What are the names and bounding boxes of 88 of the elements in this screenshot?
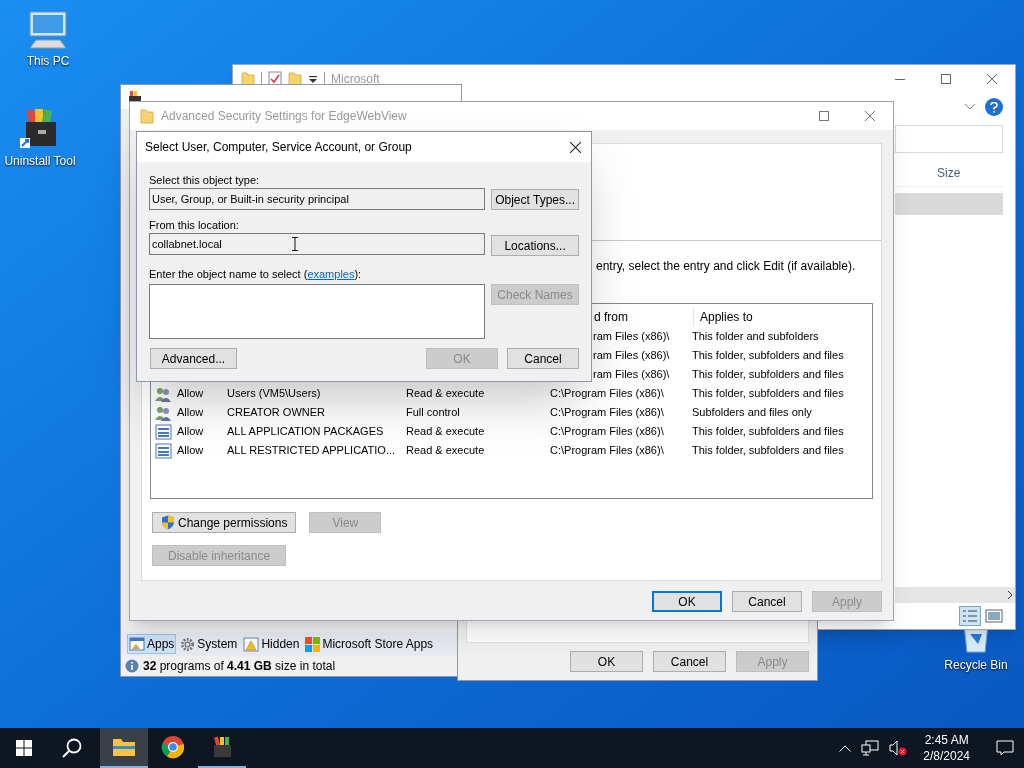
table-cell-text: Read & execute xyxy=(406,386,486,402)
search-field[interactable] xyxy=(895,125,1003,153)
users-icon xyxy=(155,385,172,402)
info-icon xyxy=(125,659,139,673)
table-cell-text: C:\Program Files (x86)\ xyxy=(550,443,665,459)
table-cell-text: Full control xyxy=(406,405,461,421)
users-icon xyxy=(155,404,172,421)
column-header[interactable]: Size xyxy=(935,163,961,182)
table-cell-text: ram Files (x86)\ xyxy=(593,329,671,345)
notification-icon[interactable] xyxy=(996,740,1014,756)
dialog-button[interactable]: OK xyxy=(570,651,643,672)
close-icon[interactable] xyxy=(570,141,581,153)
dialog-button[interactable]: Cancel xyxy=(507,348,579,369)
object-type-field: User, Group, or Built-in security principal xyxy=(149,188,486,210)
dialog-button[interactable]: OK xyxy=(652,591,722,612)
clock-date[interactable]: 2/8/2024 xyxy=(923,748,970,764)
filter-tab[interactable]: Apps xyxy=(127,634,177,654)
chevron-down-icon[interactable] xyxy=(965,104,975,110)
table-cell-text: ALL APPLICATION PACKAGES xyxy=(227,424,385,440)
scroll-right-icon[interactable] xyxy=(1007,591,1013,599)
table-cell-text: Allow xyxy=(177,424,205,440)
table-cell-text: Allow xyxy=(177,443,205,459)
chevron-up-icon[interactable] xyxy=(839,744,852,752)
dialog-button[interactable]: Cancel xyxy=(732,591,802,612)
location-field: collabnet.local xyxy=(149,233,486,255)
table-cell-text: Users (VM5\Users) xyxy=(227,386,322,402)
field-label: From this location: xyxy=(149,218,240,232)
warning-window-icon xyxy=(243,636,260,652)
dropdown-arrow-icon[interactable] xyxy=(308,74,318,84)
column-header[interactable]: d from xyxy=(593,308,693,326)
status-text: 32 programs of 4.41 GB size in total xyxy=(143,658,336,675)
desktop-icon-label[interactable]: Recycle Bin xyxy=(944,656,1008,674)
table-cell-text: Allow xyxy=(177,405,205,421)
dialog-button[interactable]: Advanced... xyxy=(150,348,237,369)
filter-tab[interactable]: Hidden xyxy=(241,634,302,654)
table-cell-text: C:\Program Files (x86)\ xyxy=(550,405,665,421)
table-cell-text: CREATOR OWNER xyxy=(227,405,326,421)
window-title: Advanced Security Settings for EdgeWebView xyxy=(161,108,407,125)
taskbar-app-button[interactable] xyxy=(100,728,148,768)
table-cell-text: Allow xyxy=(177,386,205,402)
table-cell-text: This folder, subfolders and files xyxy=(692,443,844,459)
table-cell-text: This folder, subfolders and files xyxy=(692,348,844,364)
chrome-icon xyxy=(161,735,185,759)
dialog-button[interactable]: Cancel xyxy=(653,651,726,672)
field-label: Enter the object name to select (examples): xyxy=(149,267,363,281)
folder-icon xyxy=(140,108,154,124)
table-cell-text: This folder, subfolders and files xyxy=(692,367,844,383)
dialog-button[interactable]: Locations... xyxy=(491,235,579,256)
window-icon xyxy=(129,637,145,651)
folder-icon xyxy=(112,737,136,757)
table-cell-text: This folder and subfolders xyxy=(692,329,819,345)
dialog-title: Select User, Computer, Service Account, or Group xyxy=(145,139,412,156)
table-cell-text: ram Files (x86)\ xyxy=(593,367,671,383)
shield-icon xyxy=(161,515,175,530)
table-cell-text: This folder, subfolders and files xyxy=(692,424,844,440)
window-title: Microsoft xyxy=(331,71,380,88)
examples-link[interactable]: examples xyxy=(307,268,355,280)
table-cell-text: Read & execute xyxy=(406,443,486,459)
table-cell-text: C:\Program Files (x86)\ xyxy=(550,386,665,402)
package-icon xyxy=(155,442,172,459)
filter-tab[interactable]: System xyxy=(178,634,240,654)
computer-icon xyxy=(26,10,70,50)
field-label: Select this object type: xyxy=(149,173,261,187)
table-cell-text: Subfolders and files only xyxy=(692,405,812,421)
help-icon[interactable] xyxy=(985,98,1003,116)
object-name-field[interactable] xyxy=(149,284,485,339)
table-cell-text: ALL RESTRICTED APPLICATIO... xyxy=(227,443,397,459)
instruction-text: entry, select the entry and click Edit (if available). xyxy=(596,258,856,275)
column-header[interactable]: Applies to xyxy=(694,308,753,326)
text-cursor-icon xyxy=(292,237,298,251)
action-button[interactable]: Change permissions xyxy=(152,512,297,533)
gear-icon xyxy=(180,636,196,652)
clock-time[interactable]: 2:45 AM xyxy=(924,732,969,748)
network-icon[interactable] xyxy=(861,740,880,756)
table-cell-text: C:\Program Files (x86)\ xyxy=(550,424,665,440)
desktop-icon-label[interactable]: This PC xyxy=(26,52,70,70)
thumbnail-view-icon[interactable] xyxy=(985,608,1003,624)
table-cell-text: This folder, subfolders and files xyxy=(692,386,844,402)
filter-tab[interactable]: Microsoft Store Apps xyxy=(303,634,436,654)
muted-speaker-icon[interactable] xyxy=(889,740,908,756)
desktop-icon-label[interactable]: Uninstall Tool xyxy=(4,152,76,170)
dialog-button[interactable]: Object Types... xyxy=(491,189,579,210)
search-icon[interactable] xyxy=(62,738,82,758)
table-cell-text: ram Files (x86)\ xyxy=(593,348,671,364)
table-cell-text: Read & execute xyxy=(406,424,486,440)
windows-start-icon[interactable] xyxy=(16,740,32,756)
package-icon xyxy=(155,423,172,440)
windows-logo-icon xyxy=(305,636,321,652)
